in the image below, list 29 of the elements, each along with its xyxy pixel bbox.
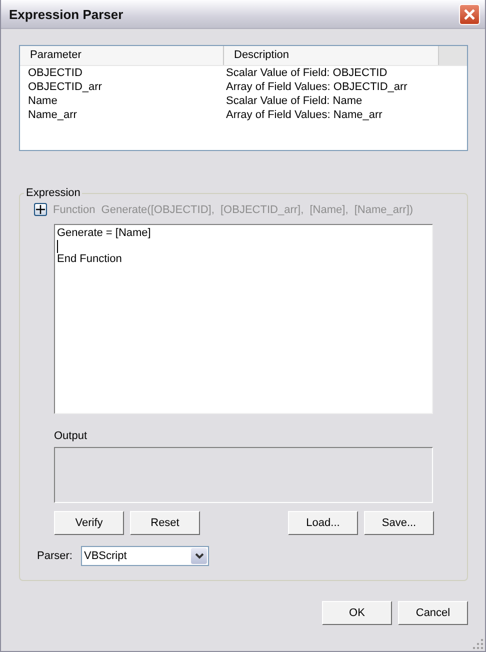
parameter-name[interactable]: Name_arr	[28, 108, 226, 122]
group-label: Expression	[25, 187, 82, 199]
output-label: Output	[54, 430, 88, 442]
parameter-name[interactable]: OBJECTID	[28, 66, 226, 80]
code-line: End Function	[57, 253, 122, 266]
parser-label: Parser:	[37, 550, 74, 562]
close-icon	[463, 8, 476, 20]
parameter-name[interactable]: Name	[28, 94, 226, 108]
window-title: Expression Parser	[9, 6, 124, 22]
parameter-description[interactable]: Scalar Value of Field: Name	[226, 94, 362, 108]
action-button[interactable]: Reset	[130, 511, 200, 535]
parameter-name[interactable]: OBJECTID_arr	[28, 80, 226, 94]
dialog-button[interactable]: OK	[322, 601, 392, 625]
plus-icon	[36, 205, 45, 214]
code-line: Generate = [Name]	[57, 227, 151, 240]
parameter-description[interactable]: Array of Field Values: OBJECTID_arr	[226, 80, 408, 94]
file-button[interactable]: Save...	[364, 511, 434, 535]
dialog-button[interactable]: Cancel	[398, 601, 468, 625]
column-header[interactable]: Description	[224, 46, 438, 65]
function-signature: Function Generate([OBJECTID], [OBJECTID_arr], [Name], [Name_arr])	[53, 204, 414, 216]
resize-grip-icon[interactable]	[473, 639, 483, 649]
parameter-description[interactable]: Array of Field Values: Name_arr	[226, 108, 382, 122]
parameter-description[interactable]: Scalar Value of Field: OBJECTID	[226, 66, 388, 80]
close-button[interactable]	[459, 4, 480, 24]
file-button[interactable]: Load...	[288, 511, 358, 535]
column-header[interactable]: Parameter	[20, 46, 224, 65]
parser-dropdown[interactable]: VBScript	[81, 546, 209, 566]
action-button[interactable]: Verify	[54, 511, 124, 535]
code-editor[interactable]: Generate = [Name] End Function	[54, 224, 433, 414]
